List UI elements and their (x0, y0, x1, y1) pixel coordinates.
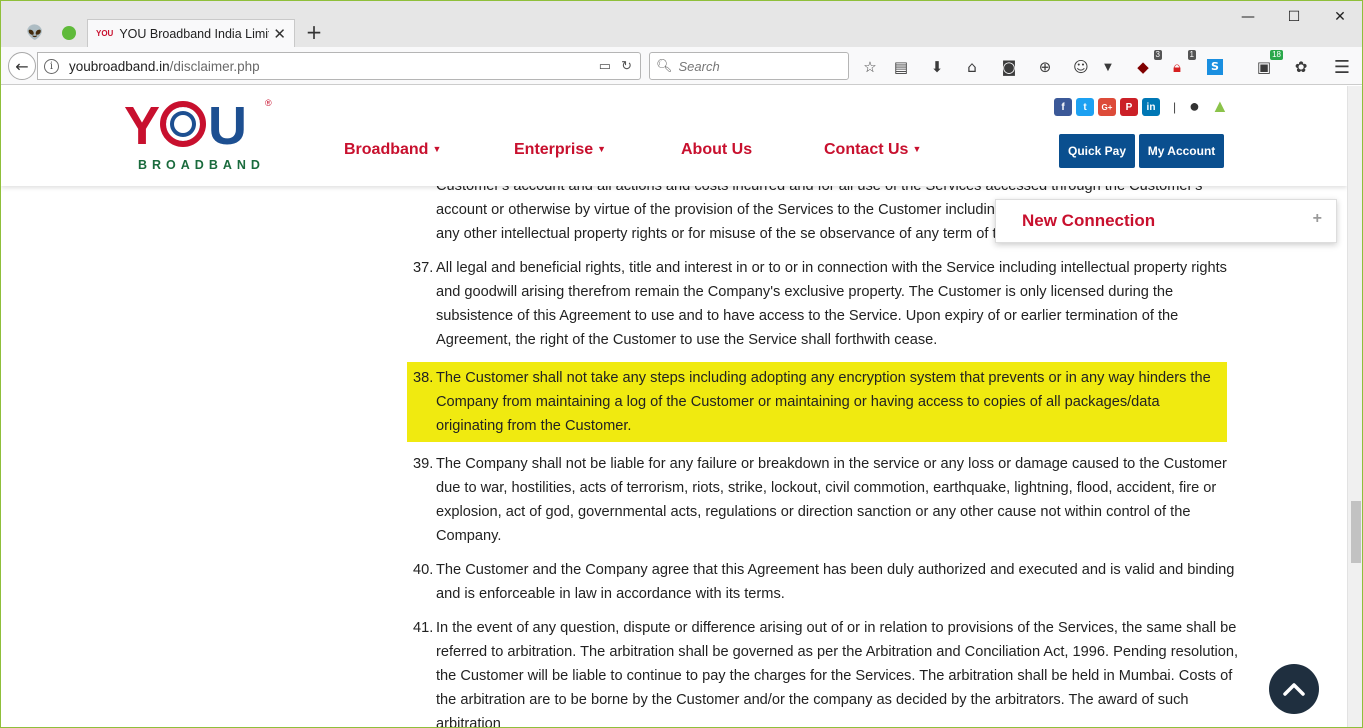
extension-18-icon[interactable]: ▣ 18 (1253, 50, 1283, 78)
item-number: 41. (413, 620, 434, 636)
home-icon[interactable]: ⌂ (961, 56, 983, 78)
item-text: All legal and beneficial rights, title a… (436, 260, 1227, 348)
tab-strip: 👽 YOU YOU Broadband India Limite ✕ + — ☐… (1, 1, 1362, 47)
emoji-extension-icon[interactable]: ☺ (1070, 56, 1092, 78)
url-path: /disclaimer.php (169, 58, 260, 74)
logo-wordmark: YU (124, 96, 247, 156)
pinterest-icon[interactable]: P (1120, 98, 1138, 116)
linkedin-icon[interactable]: in (1142, 98, 1160, 116)
pinned-tab-reddit[interactable]: 👽 (21, 19, 49, 47)
menu-about-us[interactable]: About Us (681, 141, 752, 159)
new-tab-button[interactable]: + (301, 19, 327, 45)
chevron-up-icon (1283, 683, 1305, 696)
item-number: 37. (413, 260, 434, 276)
list-item: 41. In the event of any question, disput… (401, 616, 1251, 728)
pinned-tab-extension[interactable] (55, 19, 83, 47)
expand-plus-icon[interactable]: + (1313, 210, 1322, 228)
reddit-icon: 👽 (26, 25, 44, 41)
my-account-button[interactable]: My Account (1139, 134, 1224, 168)
registered-mark: ® (265, 98, 272, 108)
lock-icon[interactable]: 🔒︎ 1 (1166, 50, 1196, 78)
menu-broadband[interactable]: Broadband ▼ (344, 141, 441, 159)
reading-list-icon[interactable]: ▤ (890, 56, 912, 78)
google-plus-icon[interactable]: G+ (1098, 98, 1116, 116)
reload-icon[interactable]: ↻ (621, 58, 632, 74)
browser-window: 👽 YOU YOU Broadband India Limite ✕ + — ☐… (0, 0, 1363, 728)
pocket-icon[interactable]: ◙ (998, 56, 1020, 78)
hamburger-menu-icon[interactable]: ☰ (1331, 56, 1353, 78)
menu-enterprise[interactable]: Enterprise ▼ (514, 141, 606, 159)
green-robot-icon (62, 26, 76, 40)
menu-contact-label: Contact Us (824, 141, 909, 158)
android-icon[interactable]: ▲ (1211, 96, 1229, 117)
disclaimer-content: Customer's account and all actions and c… (401, 178, 1251, 728)
item-text: The Company shall not be liable for any … (436, 456, 1227, 544)
maximize-button[interactable]: ☐ (1271, 5, 1317, 29)
ublock-badge: 3 (1153, 50, 1162, 60)
chevron-down-icon[interactable]: ▼ (1097, 56, 1119, 78)
lock-badge: 1 (1187, 50, 1196, 60)
close-icon[interactable]: ✕ (273, 25, 286, 43)
twitter-icon[interactable]: t (1076, 98, 1094, 116)
crosshair-icon[interactable]: ⊕ (1034, 56, 1056, 78)
bookmark-star-icon[interactable]: ☆ (859, 56, 881, 78)
item-text: The Customer shall not take any steps in… (436, 370, 1211, 434)
list-item: 37. All legal and beneficial rights, tit… (401, 256, 1251, 352)
reader-view-icon[interactable]: ▭ (599, 58, 611, 74)
tab-active[interactable]: YOU YOU Broadband India Limite ✕ (87, 19, 295, 47)
item-number: 38. (413, 370, 434, 386)
site-logo[interactable]: YU ® BROADBAND (124, 96, 274, 176)
search-icon: 🔍︎ (656, 58, 673, 73)
logo-ring-icon (160, 101, 207, 147)
back-button[interactable]: ← (8, 52, 36, 80)
url-host: youbroadband.in (69, 58, 170, 74)
scrollbar-thumb[interactable] (1351, 501, 1361, 563)
menu-contact-us[interactable]: Contact Us ▼ (824, 141, 921, 159)
facebook-icon[interactable]: f (1054, 98, 1072, 116)
item-number: 40. (413, 562, 434, 578)
url-bar[interactable]: i youbroadband.in /disclaimer.php ▭ ↻ (37, 52, 641, 80)
new-connection-title: New Connection (1022, 211, 1156, 230)
separator: | (1173, 100, 1177, 114)
search-input[interactable]: 🔍︎ Search (649, 52, 849, 80)
menu-about-label: About Us (681, 141, 753, 158)
close-window-button[interactable]: ✕ (1317, 5, 1362, 29)
info-icon[interactable]: i (44, 58, 59, 74)
item-text: The Customer and the Company agree that … (436, 562, 1235, 602)
puzzle-icon[interactable]: ✿ (1290, 56, 1312, 78)
site-header: YU ® BROADBAND Broadband ▼ Enterprise ▼ Ab… (1, 86, 1347, 186)
minimize-button[interactable]: — (1225, 5, 1271, 29)
menu-enterprise-label: Enterprise (514, 141, 594, 158)
new-connection-panel[interactable]: New Connection + (995, 199, 1337, 243)
page-scrollbar[interactable] (1347, 86, 1362, 727)
list-item-highlighted: 38. The Customer shall not take any step… (407, 362, 1227, 442)
item-number: 39. (413, 456, 434, 472)
caret-down-icon: ▼ (432, 144, 442, 154)
menu-broadband-label: Broadband (344, 141, 429, 158)
scroll-to-top-button[interactable] (1269, 664, 1319, 714)
ublock-icon[interactable]: ◆ 3 (1132, 50, 1162, 78)
list-item: 40. The Customer and the Company agree t… (401, 558, 1251, 606)
extension-badge: 18 (1270, 50, 1283, 60)
favicon-icon: YOU (96, 29, 114, 38)
list-item: 39. The Company shall not be liable for … (401, 452, 1251, 548)
navigation-toolbar: ← i youbroadband.in /disclaimer.php ▭ ↻ … (1, 47, 1362, 85)
logo-subtitle: BROADBAND (138, 158, 265, 172)
back-arrow-icon: ← (15, 56, 29, 76)
caret-down-icon: ▼ (912, 144, 922, 154)
web-page: YU ® BROADBAND Broadband ▼ Enterprise ▼ Ab… (1, 86, 1347, 728)
caret-down-icon: ▼ (597, 144, 607, 154)
skype-icon[interactable]: S (1204, 56, 1226, 78)
quick-pay-button[interactable]: Quick Pay (1059, 134, 1135, 168)
search-placeholder: Search (678, 58, 720, 74)
tab-title: YOU Broadband India Limite (119, 26, 270, 41)
item-text: In the event of any question, dispute or… (436, 620, 1239, 728)
download-icon[interactable]: ⬇ (926, 56, 948, 78)
apple-icon[interactable]: ● (1189, 96, 1200, 117)
